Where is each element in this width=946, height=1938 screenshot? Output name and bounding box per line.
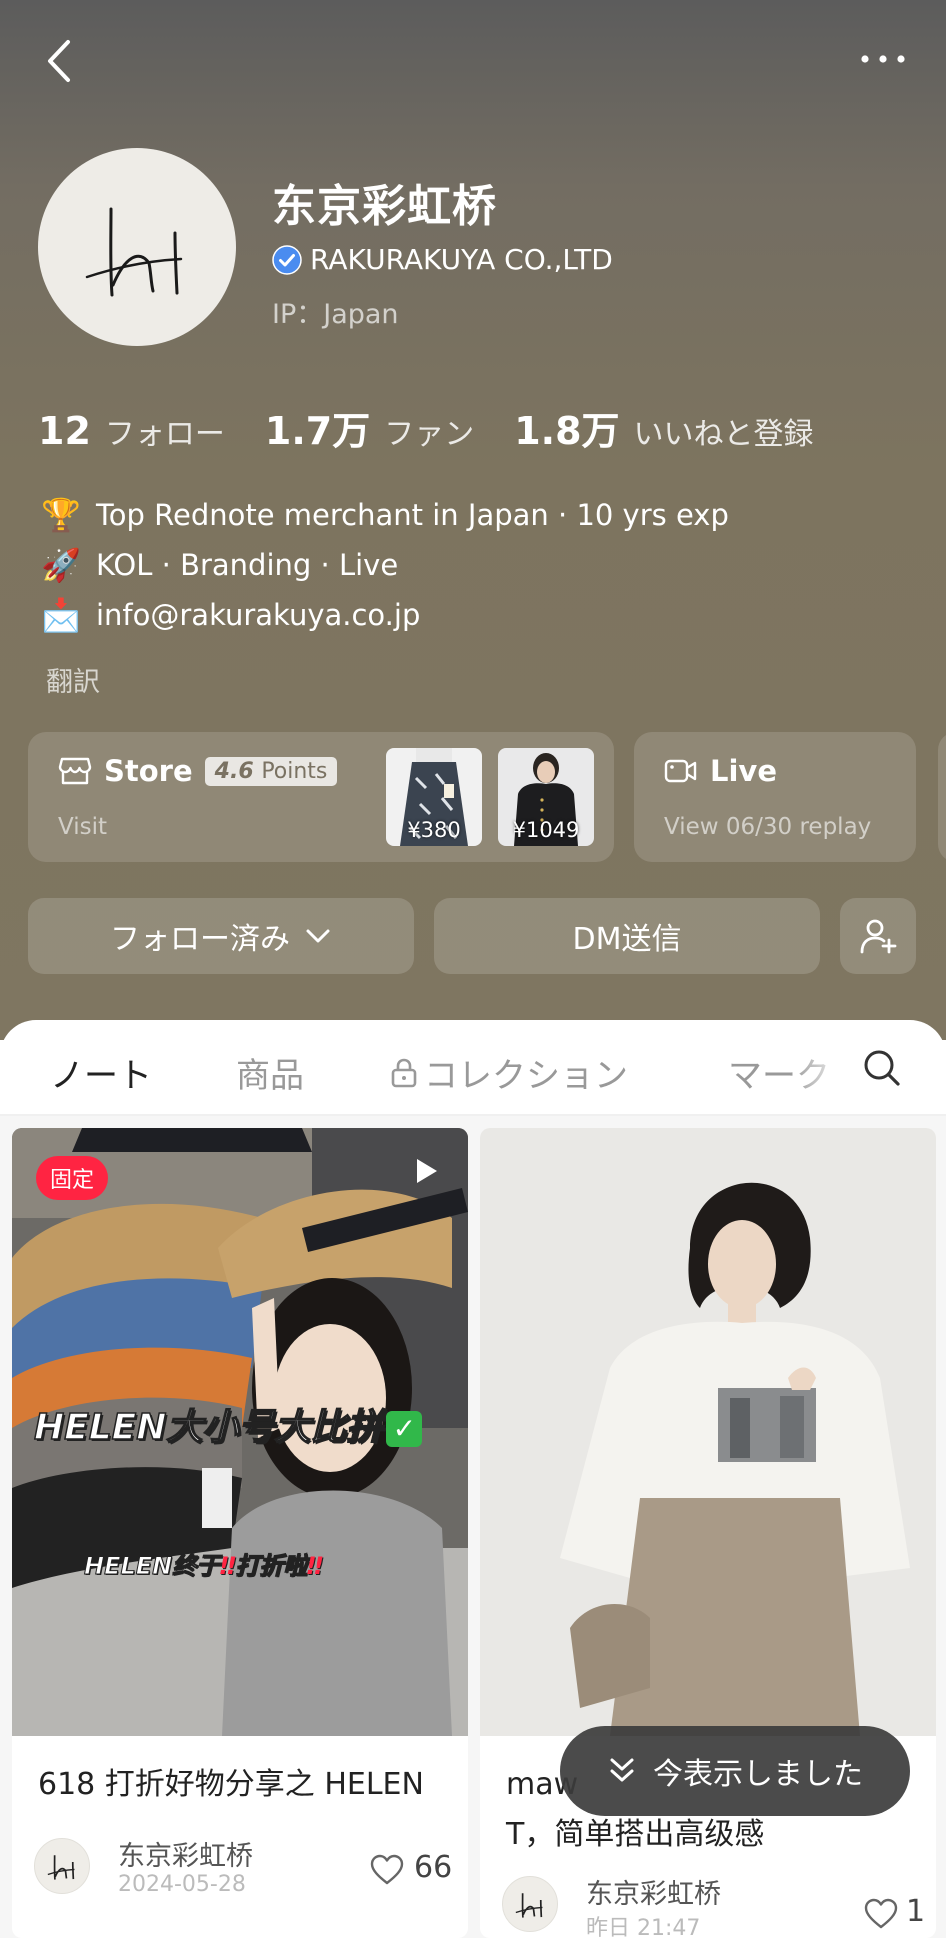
more-icon[interactable] xyxy=(858,44,908,74)
envelope-icon: 📩 xyxy=(41,596,81,634)
dm-button[interactable]: DM送信 xyxy=(434,898,820,974)
dm-label: DM送信 xyxy=(572,922,682,957)
cover-headline-text: HELEN大小号大比拼 xyxy=(33,1406,383,1449)
cover-headline: HELEN大小号大比拼 ✓ xyxy=(33,1398,423,1450)
bio: 🏆 Top Rednote merchant in Japan · 10 yrs… xyxy=(40,490,729,640)
live-replay: View 06/30 replay xyxy=(664,814,872,840)
double-exclamation-icon: ‼ xyxy=(220,1552,236,1580)
profile-name: 东京彩虹桥 xyxy=(272,181,497,232)
author-name: 东京彩虹桥 xyxy=(118,1841,253,1872)
live-title-row: Live xyxy=(664,754,777,788)
stat-following[interactable]: 12 フォロー xyxy=(38,409,225,453)
tab-notes[interactable]: ノート xyxy=(50,1048,152,1097)
bio-line: 📩 info@rakurakuya.co.jp xyxy=(40,590,729,640)
brand-logo xyxy=(515,1893,543,1918)
note-card[interactable]: 固定 HELEN大小号大比拼 ✓ HELEN终于‼打折啦‼ 618 打折好物分享之… xyxy=(12,1128,468,1938)
stat-fans[interactable]: 1.7万 ファン xyxy=(265,400,474,455)
stats-row: 12 フォロー 1.7万 ファン 1.8万 いいねと登録 xyxy=(38,400,854,455)
product-price: ¥1049 xyxy=(512,818,580,842)
store-icon xyxy=(58,757,92,785)
points-value: 4.6 xyxy=(214,758,254,784)
like-count: 1 xyxy=(906,1894,926,1929)
bio-email[interactable]: info@rakurakuya.co.jp xyxy=(96,598,420,632)
bio-text: KOL · Branding · Live xyxy=(96,548,399,582)
trophy-icon: 🏆 xyxy=(41,496,81,534)
stat-label: フォロー xyxy=(104,417,225,452)
rocket-icon: 🚀 xyxy=(41,546,81,584)
stat-label: ファン xyxy=(384,417,475,452)
store-card[interactable]: Store 4.6 Points Visit ¥380 ¥1049 xyxy=(28,732,614,862)
cover-subline: HELEN终于‼打折啦‼ xyxy=(83,1546,323,1581)
following-button[interactable]: フォロー済み xyxy=(28,898,414,974)
lock-icon xyxy=(391,1058,417,1087)
translate-link[interactable]: 翻訳 xyxy=(46,660,100,699)
note-author: 东京彩虹桥 昨日 21:47 1 xyxy=(502,1872,926,1938)
heart-icon[interactable] xyxy=(370,1854,404,1886)
company-row: RAKURAKUYA CO.,LTD xyxy=(272,243,613,276)
company-name: RAKURAKUYA CO.,LTD xyxy=(310,243,613,276)
add-friend-button[interactable] xyxy=(840,898,916,974)
verified-icon xyxy=(272,244,302,275)
note-author: 东京彩虹桥 2024-05-28 66 xyxy=(34,1834,454,1904)
stat-value: 1.8万 xyxy=(514,409,620,453)
search-icon[interactable] xyxy=(862,1048,902,1088)
play-icon xyxy=(417,1159,437,1183)
stat-likes[interactable]: 1.8万 いいねと登録 xyxy=(514,400,813,455)
check-mark-icon: ✓ xyxy=(386,1411,423,1447)
pinned-badge: 固定 xyxy=(36,1156,109,1200)
tab-collections[interactable]: コレクション xyxy=(390,1048,628,1097)
stat-label: いいねと登録 xyxy=(633,417,814,452)
chevron-down-icon xyxy=(306,929,330,943)
product-price: ¥380 xyxy=(407,818,461,842)
brand-logo xyxy=(85,207,183,297)
profile-header: 东京彩虹桥 RAKURAKUYA CO.,LTD IP：Japan 12 フォロ… xyxy=(0,0,946,1040)
note-title-line: T，简单搭出高级感 xyxy=(506,1817,765,1852)
stat-value: 1.7万 xyxy=(264,409,371,453)
tab-collections-label: コレクション xyxy=(424,1056,628,1096)
video-camera-icon xyxy=(664,759,697,783)
store-visit: Visit xyxy=(58,814,108,840)
store-product-thumb[interactable]: ¥380 xyxy=(386,748,482,846)
live-title: Live xyxy=(710,754,777,788)
note-cover: 固定 HELEN大小号大比拼 ✓ HELEN终于‼打折啦‼ xyxy=(12,1128,468,1736)
note-date: 昨日 21:47 xyxy=(586,1916,701,1938)
note-card[interactable]: maw T，简单搭出高级感 东京彩虹桥 昨日 21:47 1 xyxy=(480,1128,936,1938)
note-date: 2024-05-28 xyxy=(118,1872,246,1897)
top-bar xyxy=(0,30,946,90)
like-count: 66 xyxy=(414,1850,453,1885)
note-cover xyxy=(480,1128,936,1736)
cover-subline-a: HELEN终于 xyxy=(83,1552,221,1581)
stat-value: 12 xyxy=(38,409,91,453)
store-points-badge: 4.6 Points xyxy=(204,756,338,786)
brand-logo xyxy=(47,1855,75,1880)
more-card[interactable] xyxy=(938,732,946,862)
tab-products[interactable]: 商品 xyxy=(236,1048,304,1097)
ip-location: IP：Japan xyxy=(272,299,399,330)
refresh-toast[interactable]: 今表示しました xyxy=(560,1726,910,1816)
store-title-row: Store 4.6 Points xyxy=(58,754,338,788)
profile-avatar[interactable] xyxy=(38,148,236,346)
tab-fade xyxy=(790,1048,860,1108)
points-label: Points xyxy=(261,758,328,784)
cover-subline-b: 打折啦 xyxy=(235,1552,308,1581)
cover-image xyxy=(480,1128,936,1736)
tab-bar: ノート 商品 コレクション マーク xyxy=(0,1048,946,1144)
double-chevron-down-icon xyxy=(610,1758,634,1782)
bio-text: Top Rednote merchant in Japan · 10 yrs e… xyxy=(96,498,729,532)
following-label: フォロー済み xyxy=(110,922,290,957)
store-title: Store xyxy=(104,754,193,788)
store-product-thumb[interactable]: ¥1049 xyxy=(498,748,594,846)
back-icon[interactable] xyxy=(38,36,82,86)
live-card[interactable]: Live View 06/30 replay xyxy=(634,732,916,862)
author-name: 东京彩虹桥 xyxy=(586,1879,721,1910)
add-user-icon xyxy=(860,919,897,954)
avatar[interactable] xyxy=(502,1876,558,1932)
toast-label: 今表示しました xyxy=(653,1757,863,1792)
double-exclamation-icon: ‼ xyxy=(307,1552,323,1580)
avatar[interactable] xyxy=(34,1838,90,1894)
note-title: 618 打折好物分享之 HELEN xyxy=(38,1767,424,1802)
bio-line: 🏆 Top Rednote merchant in Japan · 10 yrs… xyxy=(40,490,729,540)
heart-icon[interactable] xyxy=(864,1898,898,1930)
bio-line: 🚀 KOL · Branding · Live xyxy=(40,540,729,590)
